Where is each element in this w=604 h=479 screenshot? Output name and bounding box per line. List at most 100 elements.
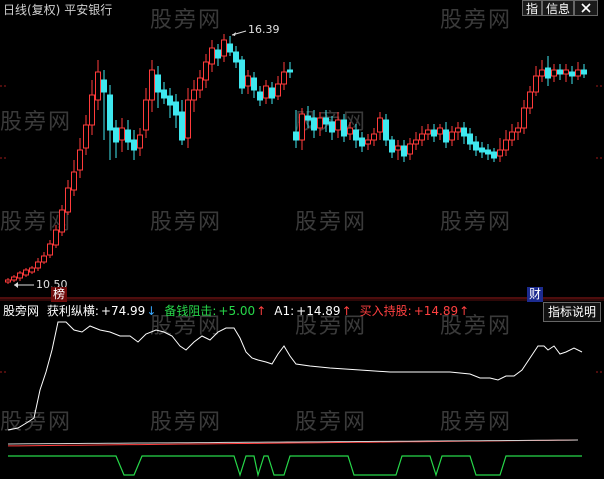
candle-body: [431, 129, 437, 137]
profit-line: [7, 321, 583, 431]
arrow-up-icon: ↑: [459, 304, 470, 318]
candle-body: [467, 133, 473, 145]
candle-body: [383, 119, 389, 141]
indicator-item: 备钱阻击: +5.00↑: [164, 304, 270, 318]
candle-body: [89, 94, 95, 126]
event-tag-left[interactable]: 榜: [51, 287, 68, 302]
candle-body: [179, 111, 185, 141]
candle-body: [209, 47, 215, 65]
candle-body: [407, 143, 413, 155]
candle-body: [335, 119, 341, 131]
candle-body: [65, 187, 71, 213]
high-marker: [231, 30, 247, 36]
candle-body: [107, 94, 113, 131]
arrow-down-icon: ↓: [146, 304, 157, 318]
candle-body: [353, 129, 359, 141]
indicator-item-label: 获利纵横:: [46, 304, 99, 318]
candle-body: [299, 113, 305, 141]
stock-signal-line: [8, 455, 582, 478]
candle-body: [449, 131, 455, 141]
candle-body: [113, 127, 119, 143]
candle-body: [281, 71, 287, 85]
candle-body: [137, 134, 143, 149]
candle-body: [479, 147, 485, 153]
candle-body: [47, 243, 53, 256]
candle-body: [509, 131, 515, 141]
candle-body: [293, 131, 299, 141]
stock-chart-window: 股旁网 股旁网 股旁网 股旁网 股旁网 股旁网 股旁网 股旁网 股旁网 股旁网 …: [0, 0, 604, 479]
candle-body: [53, 229, 59, 246]
arrow-up-icon: ↑: [341, 304, 352, 318]
candle-body: [395, 145, 401, 151]
candle-body: [371, 133, 377, 141]
candle-body: [575, 69, 581, 77]
candle-body: [167, 95, 173, 106]
candle-body: [71, 171, 77, 191]
indicator-help-button[interactable]: 指标说明: [543, 302, 602, 322]
candle-body: [221, 39, 227, 57]
candle-body: [563, 69, 569, 75]
candle-body: [149, 69, 155, 101]
candle-body: [275, 83, 281, 97]
candle-body: [101, 79, 107, 93]
candle-body: [455, 127, 461, 133]
indicator-item-label: A1:: [274, 304, 295, 318]
indicator-item-value: +5.00: [218, 304, 256, 318]
candle-body: [239, 59, 245, 89]
event-tag-right[interactable]: 财: [527, 287, 544, 302]
candle-body: [143, 99, 149, 131]
candle-body: [263, 85, 269, 99]
candle-body: [173, 101, 179, 116]
candle-body: [515, 127, 521, 133]
candle-body: [485, 149, 491, 155]
candle-body: [197, 77, 203, 91]
candle-body: [503, 139, 509, 151]
candle-body: [215, 49, 221, 59]
candle-body: [77, 149, 83, 171]
candle-body: [311, 117, 317, 131]
candle-body: [83, 124, 89, 149]
candle-body: [497, 149, 503, 157]
candle-body: [377, 117, 383, 133]
candle-body: [119, 127, 125, 141]
candle-body: [581, 69, 587, 75]
indicator-item-label: 备钱阻击:: [164, 304, 217, 318]
candle-body: [425, 129, 431, 135]
candle-body: [233, 51, 239, 63]
high-price-label: 16.39: [248, 23, 280, 36]
arrow-up-icon: ↑: [256, 304, 267, 318]
candle-body: [287, 69, 293, 73]
candle-body: [491, 151, 497, 159]
candlestick-series: [5, 34, 587, 284]
candle-body: [473, 141, 479, 151]
candle-body: [521, 107, 527, 129]
candle-body: [557, 69, 563, 75]
candle-body: [365, 139, 371, 145]
indicator-item-value: +14.89: [296, 304, 341, 318]
candle-body: [443, 129, 449, 143]
candle-body: [533, 75, 539, 93]
candle-body: [527, 91, 533, 109]
candle-body: [125, 129, 131, 143]
candle-body: [341, 119, 347, 137]
candle-body: [419, 133, 425, 141]
candle-body: [551, 69, 557, 77]
candle-body: [347, 127, 353, 135]
candle-body: [413, 139, 419, 145]
candle-body: [389, 139, 395, 153]
candle-body: [17, 272, 23, 279]
candle-body: [569, 71, 575, 77]
indicator-name: 股旁网: [3, 304, 40, 318]
indicator-item-value: +74.99: [100, 304, 146, 318]
candle-body: [545, 67, 551, 79]
candle-body: [401, 145, 407, 157]
candle-body: [257, 91, 263, 101]
candle-body: [269, 87, 275, 99]
indicator-item-value: +14.89: [413, 304, 459, 318]
indicator-item-label: 买入持股:: [359, 304, 412, 318]
candle-body: [11, 276, 17, 281]
candle-body: [305, 115, 311, 121]
candle-body: [41, 255, 47, 263]
candle-body: [437, 127, 443, 135]
candle-body: [359, 137, 365, 147]
